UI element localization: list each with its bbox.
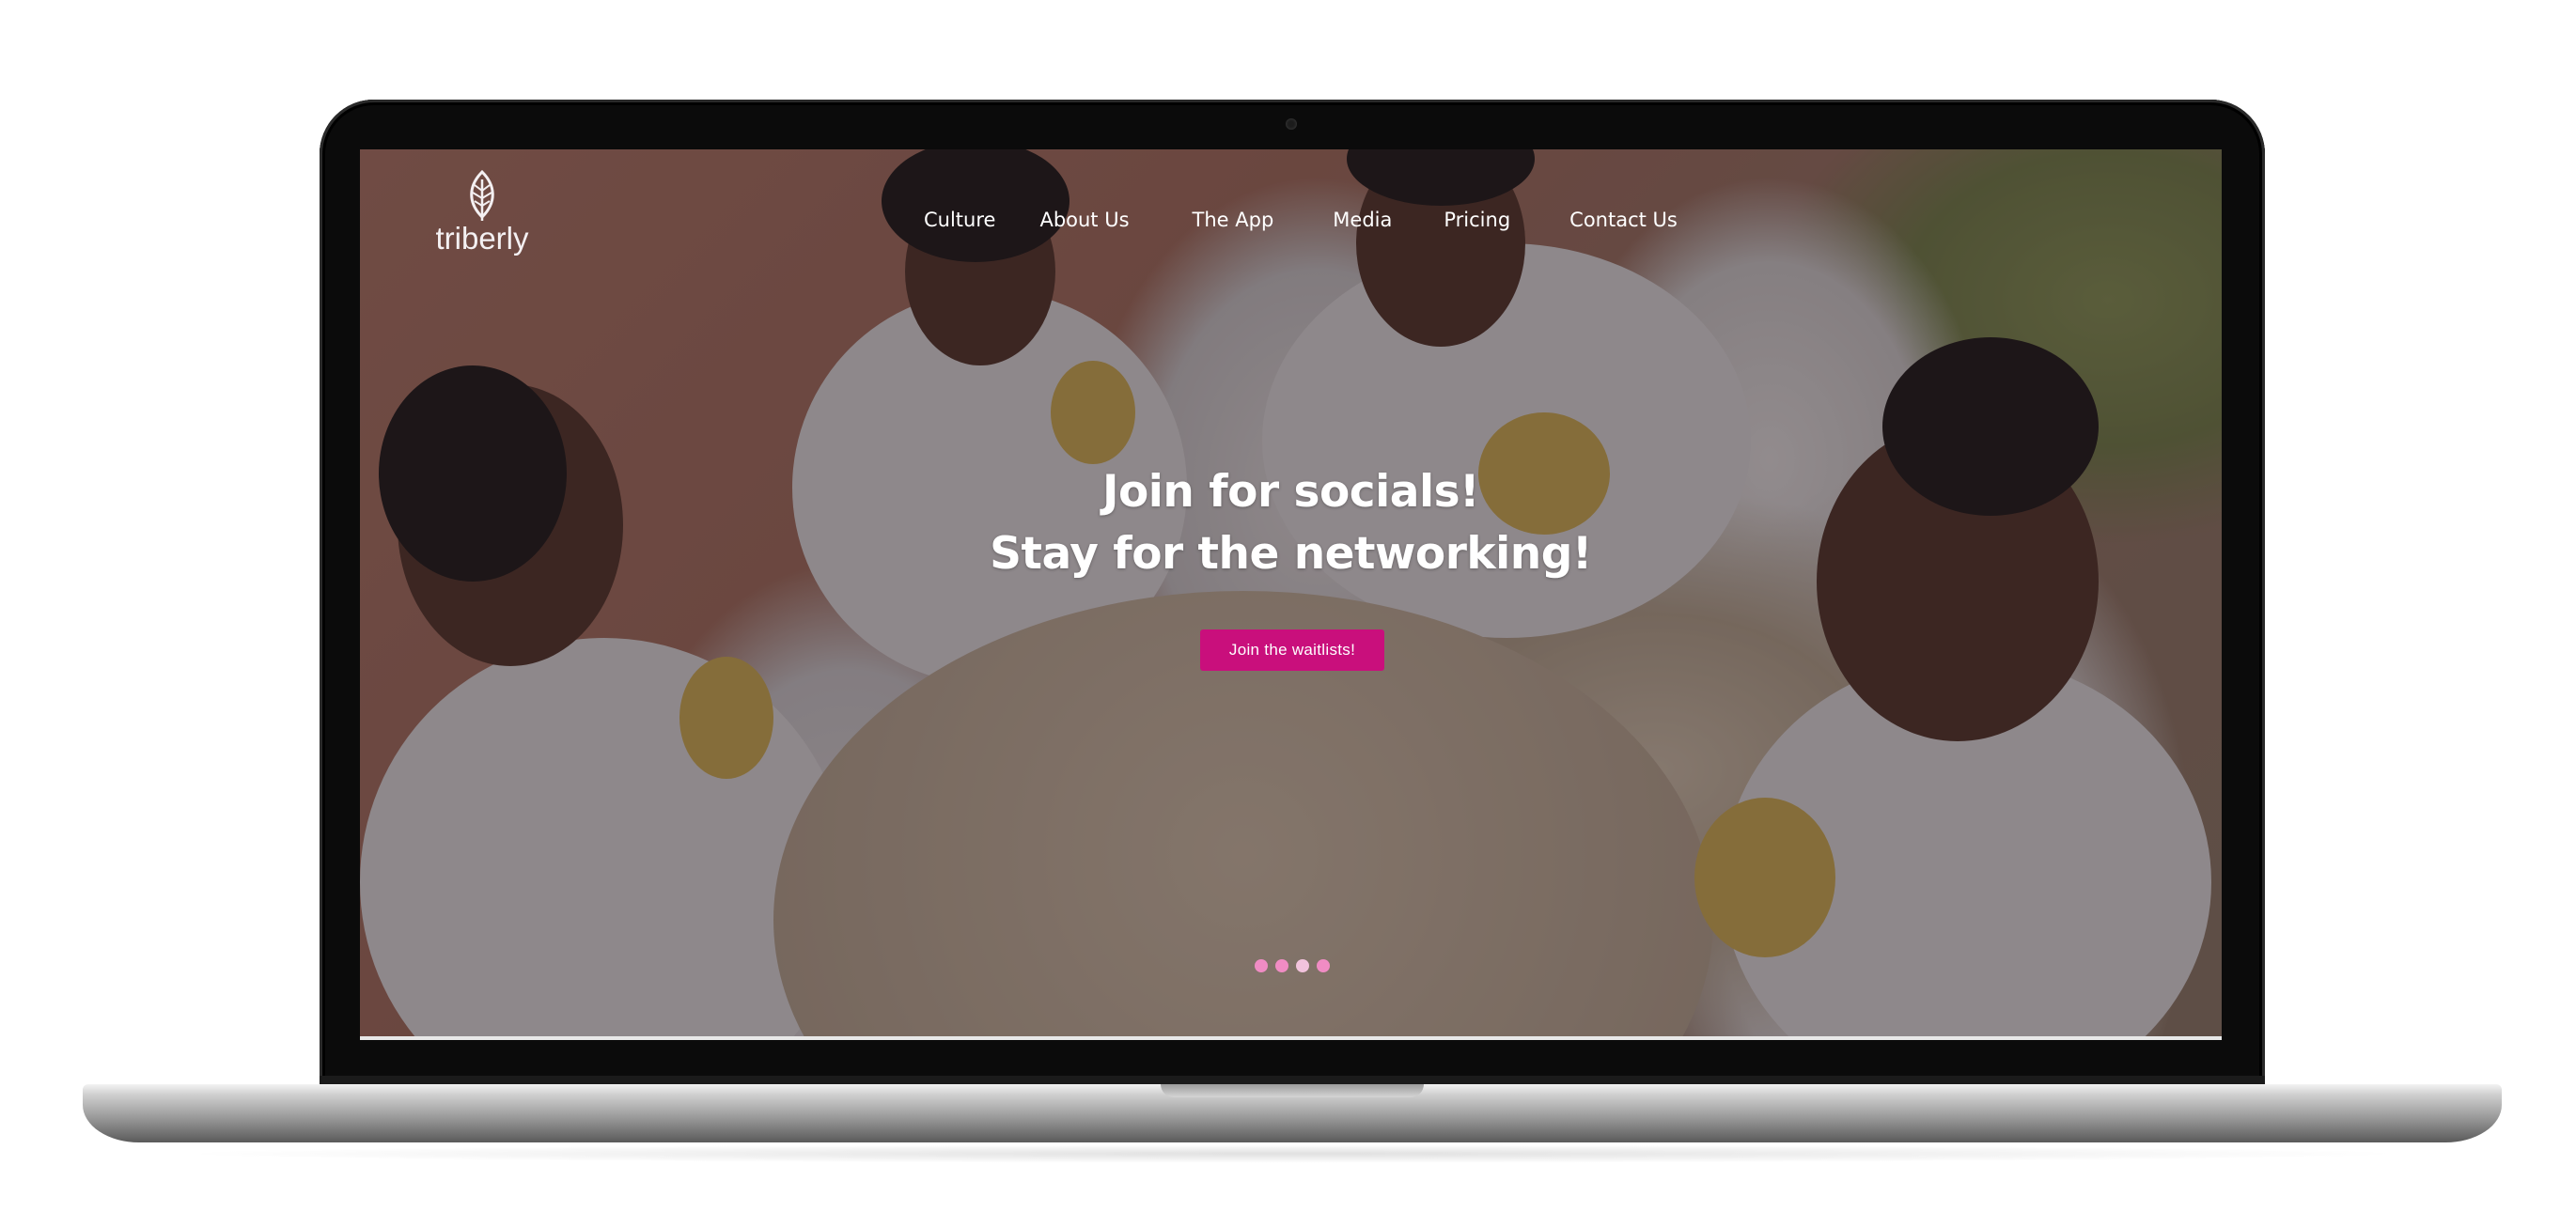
nav-item-culture[interactable]: Culture: [924, 209, 995, 231]
nav-item-contact-us[interactable]: Contact Us: [1569, 209, 1678, 231]
hero-line-2: Stay for the networking!: [990, 528, 1592, 580]
site-logo[interactable]: triberly: [426, 170, 539, 256]
carousel-dot-3[interactable]: [1296, 959, 1309, 972]
screen-bottom-edge: [360, 1036, 2222, 1040]
webcam: [1286, 118, 1297, 130]
laptop-notch: [1161, 1084, 1424, 1097]
nav-item-the-app[interactable]: The App: [1193, 209, 1274, 231]
hero-overlay: [360, 149, 2222, 1040]
nav-item-about-us[interactable]: About Us: [1039, 209, 1129, 231]
carousel-dot-2[interactable]: [1275, 959, 1288, 972]
feather-icon: [470, 170, 494, 221]
logo-text: triberly: [435, 221, 529, 256]
hero-line-1: Join for socials!: [1102, 466, 1479, 518]
nav-item-pricing[interactable]: Pricing: [1444, 209, 1510, 231]
nav-item-media[interactable]: Media: [1333, 209, 1392, 231]
website-screen: triberly Culture About Us The App Media …: [360, 149, 2222, 1040]
carousel-dot-4[interactable]: [1317, 959, 1330, 972]
main-nav: Culture About Us The App Media Pricing C…: [924, 201, 1678, 239]
carousel-dot-1[interactable]: [1255, 959, 1268, 972]
laptop-shadow: [169, 1144, 2415, 1163]
carousel-indicators: [1255, 959, 1330, 972]
join-waitlist-button[interactable]: Join the waitlists!: [1200, 629, 1384, 671]
hero-heading: Join for socials! Stay for the networkin…: [360, 461, 2222, 585]
